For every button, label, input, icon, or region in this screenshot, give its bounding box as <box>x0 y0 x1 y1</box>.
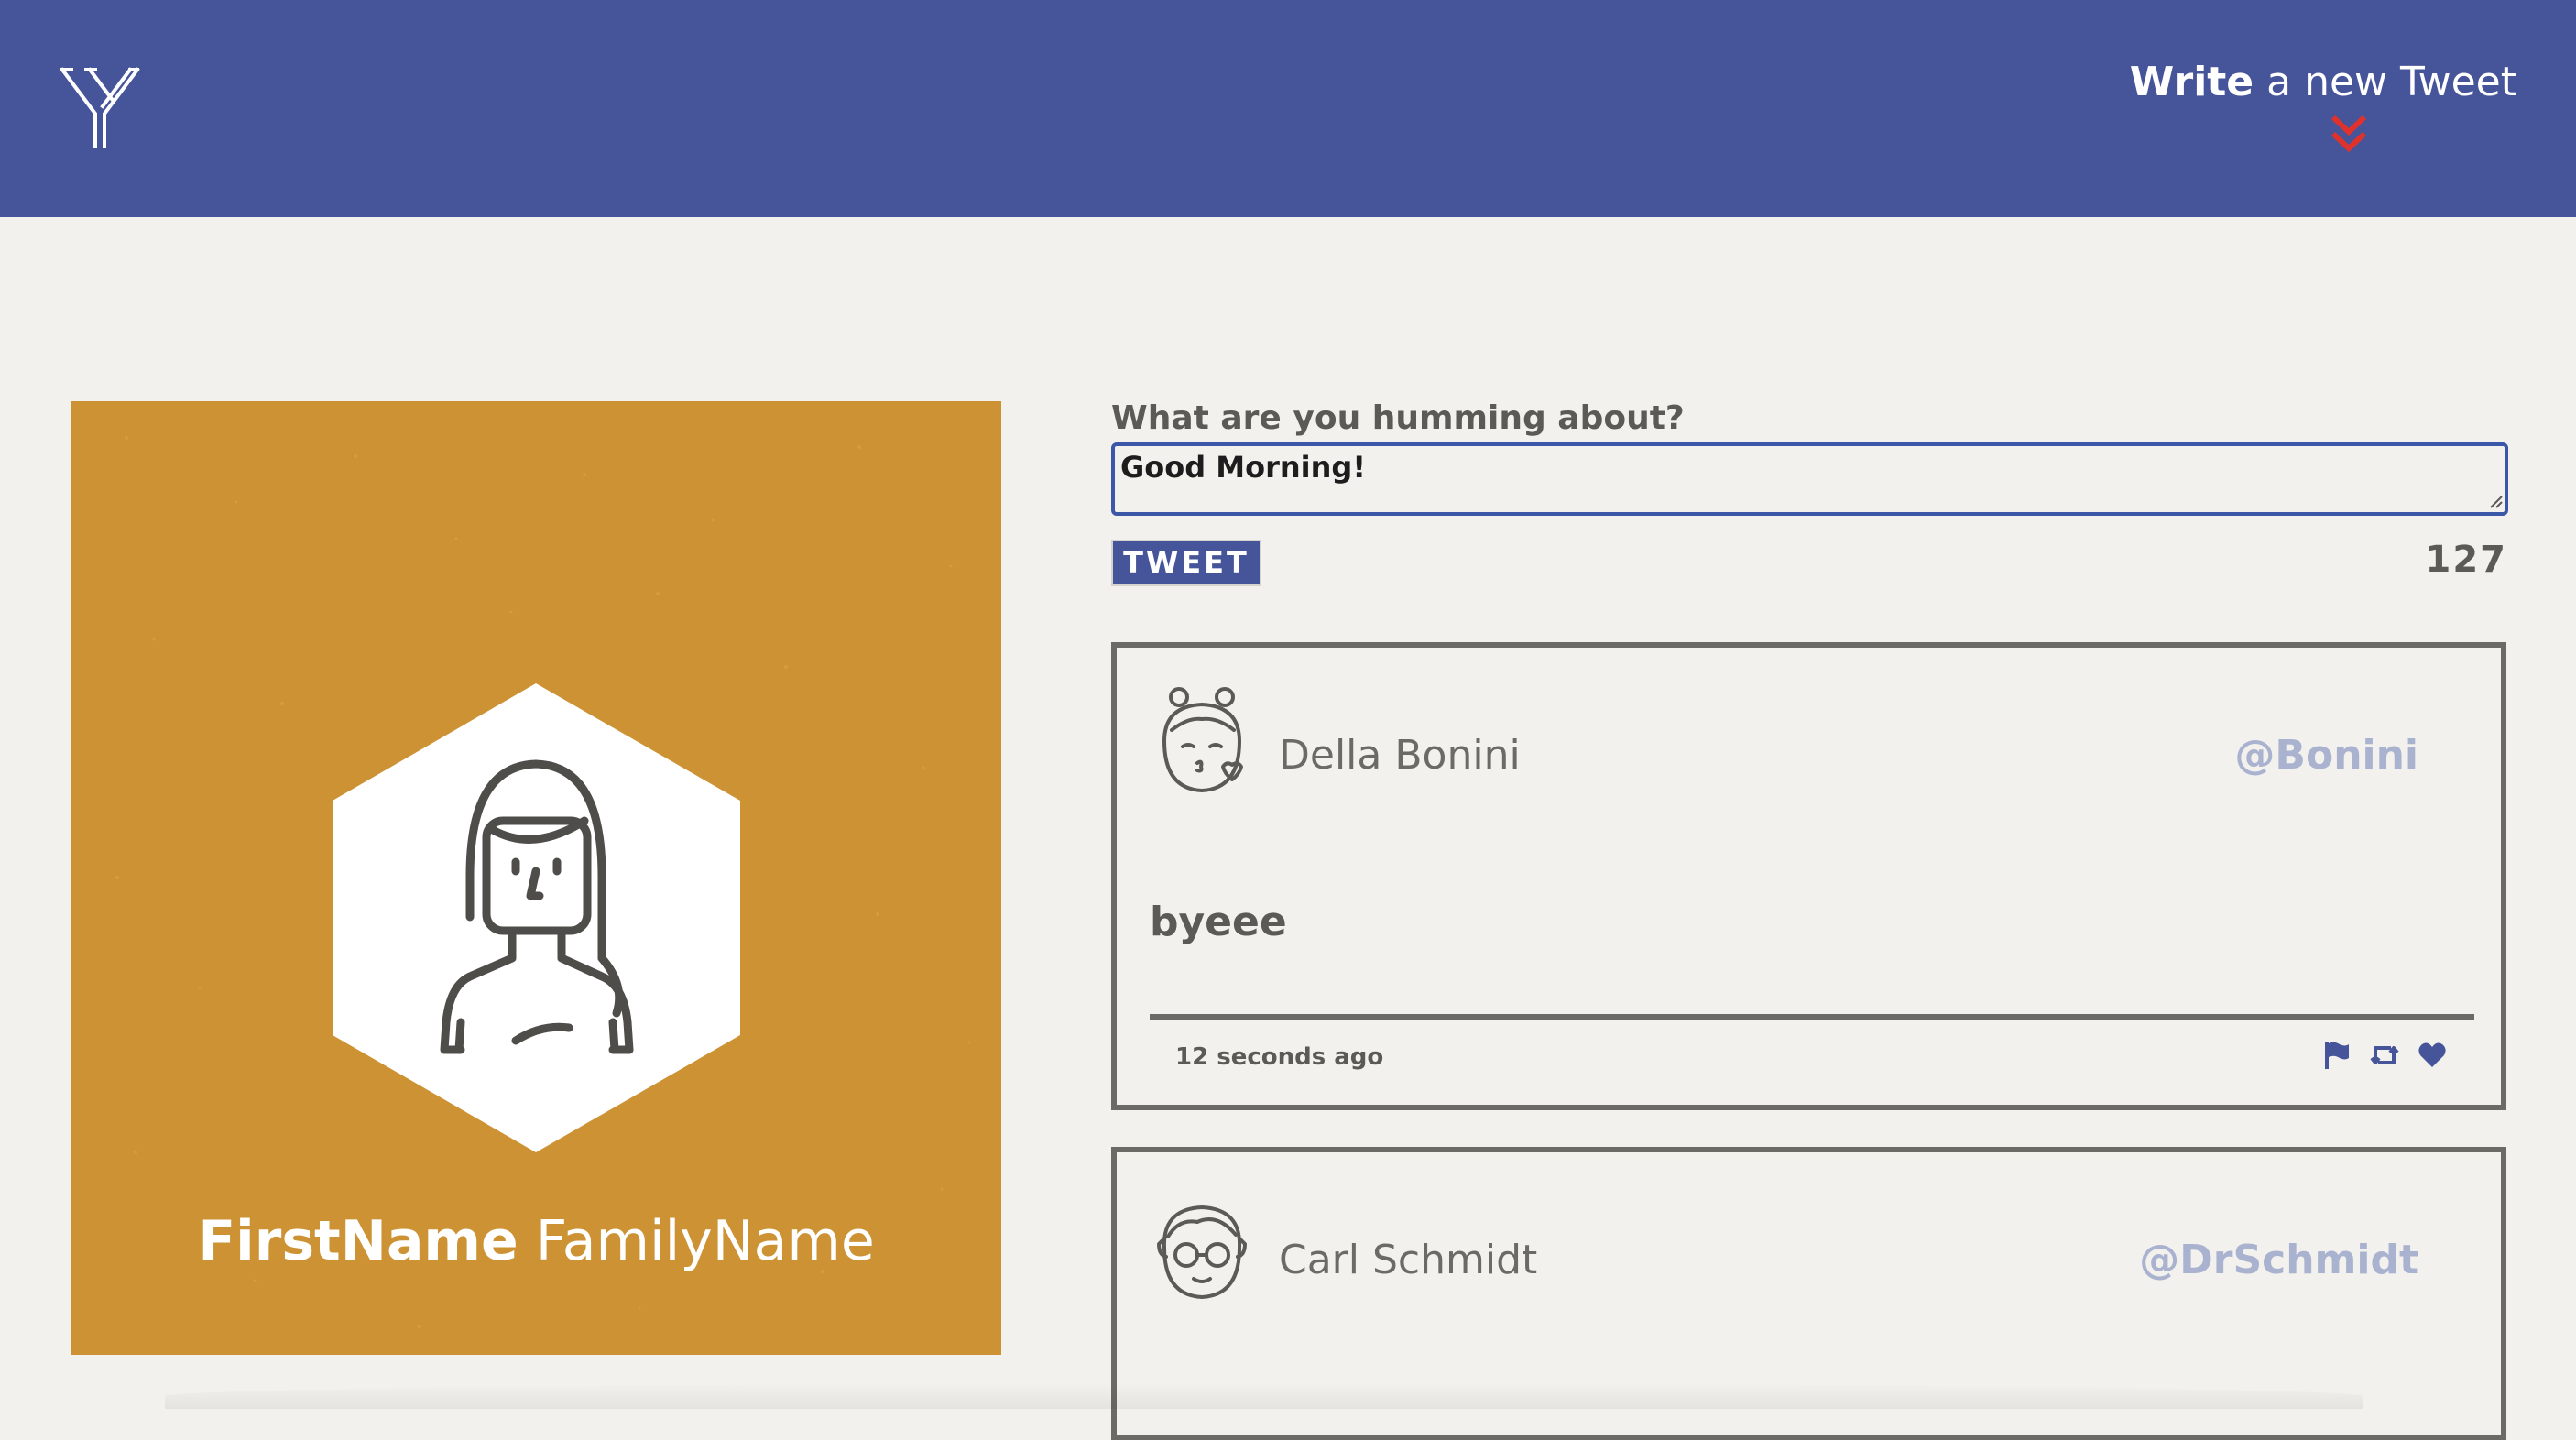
tweet-body-text: byeee <box>1150 899 1287 945</box>
heart-icon[interactable] <box>2417 1040 2448 1071</box>
write-link-rest: a new Tweet <box>2254 59 2516 105</box>
write-new-tweet-link[interactable]: Write a new Tweet <box>2130 59 2516 105</box>
top-nav-bar: Write a new Tweet <box>0 0 2576 217</box>
flag-icon[interactable] <box>2321 1040 2352 1071</box>
profile-first-name: FirstName <box>198 1209 518 1273</box>
tweet-divider <box>1150 1014 2474 1020</box>
profile-full-name: FirstName FamilyName <box>71 1209 1001 1273</box>
tweet-author-handle[interactable]: @DrSchmidt <box>2139 1237 2418 1283</box>
tweet-actions <box>2321 1038 2448 1073</box>
character-counter: 127 <box>2425 539 2507 581</box>
tweet-text-input[interactable]: Good Morning! <box>1111 442 2508 516</box>
tweet-author-name[interactable]: Carl Schmidt <box>1279 1237 1537 1283</box>
retweet-icon[interactable] <box>2369 1040 2400 1071</box>
tweet-timestamp: 12 seconds ago <box>1175 1043 1384 1071</box>
profile-family-name: FamilyName <box>535 1209 875 1273</box>
double-chevron-down-icon[interactable] <box>2330 114 2368 154</box>
woman-avatar-icon <box>333 683 740 1152</box>
page-bottom-shadow <box>165 1383 2363 1409</box>
girl-kiss-avatar-icon <box>1162 687 1243 792</box>
composer-label: What are you humming about? <box>1111 399 1685 437</box>
tweet-card: Della Bonini @Bonini byeee 12 seconds ag… <box>1111 642 2506 1110</box>
tweet-author-name[interactable]: Della Bonini <box>1279 732 1521 779</box>
man-glasses-avatar-icon <box>1157 1205 1247 1299</box>
y-logo-icon[interactable] <box>59 66 141 152</box>
textarea-resize-grip[interactable] <box>2487 493 2504 509</box>
tweet-author-handle[interactable]: @Bonini <box>2234 732 2418 779</box>
write-link-strong: Write <box>2129 59 2254 105</box>
profile-card: FirstName FamilyName <box>71 401 1001 1355</box>
tweet-submit-button[interactable]: TWEET <box>1111 540 1261 586</box>
